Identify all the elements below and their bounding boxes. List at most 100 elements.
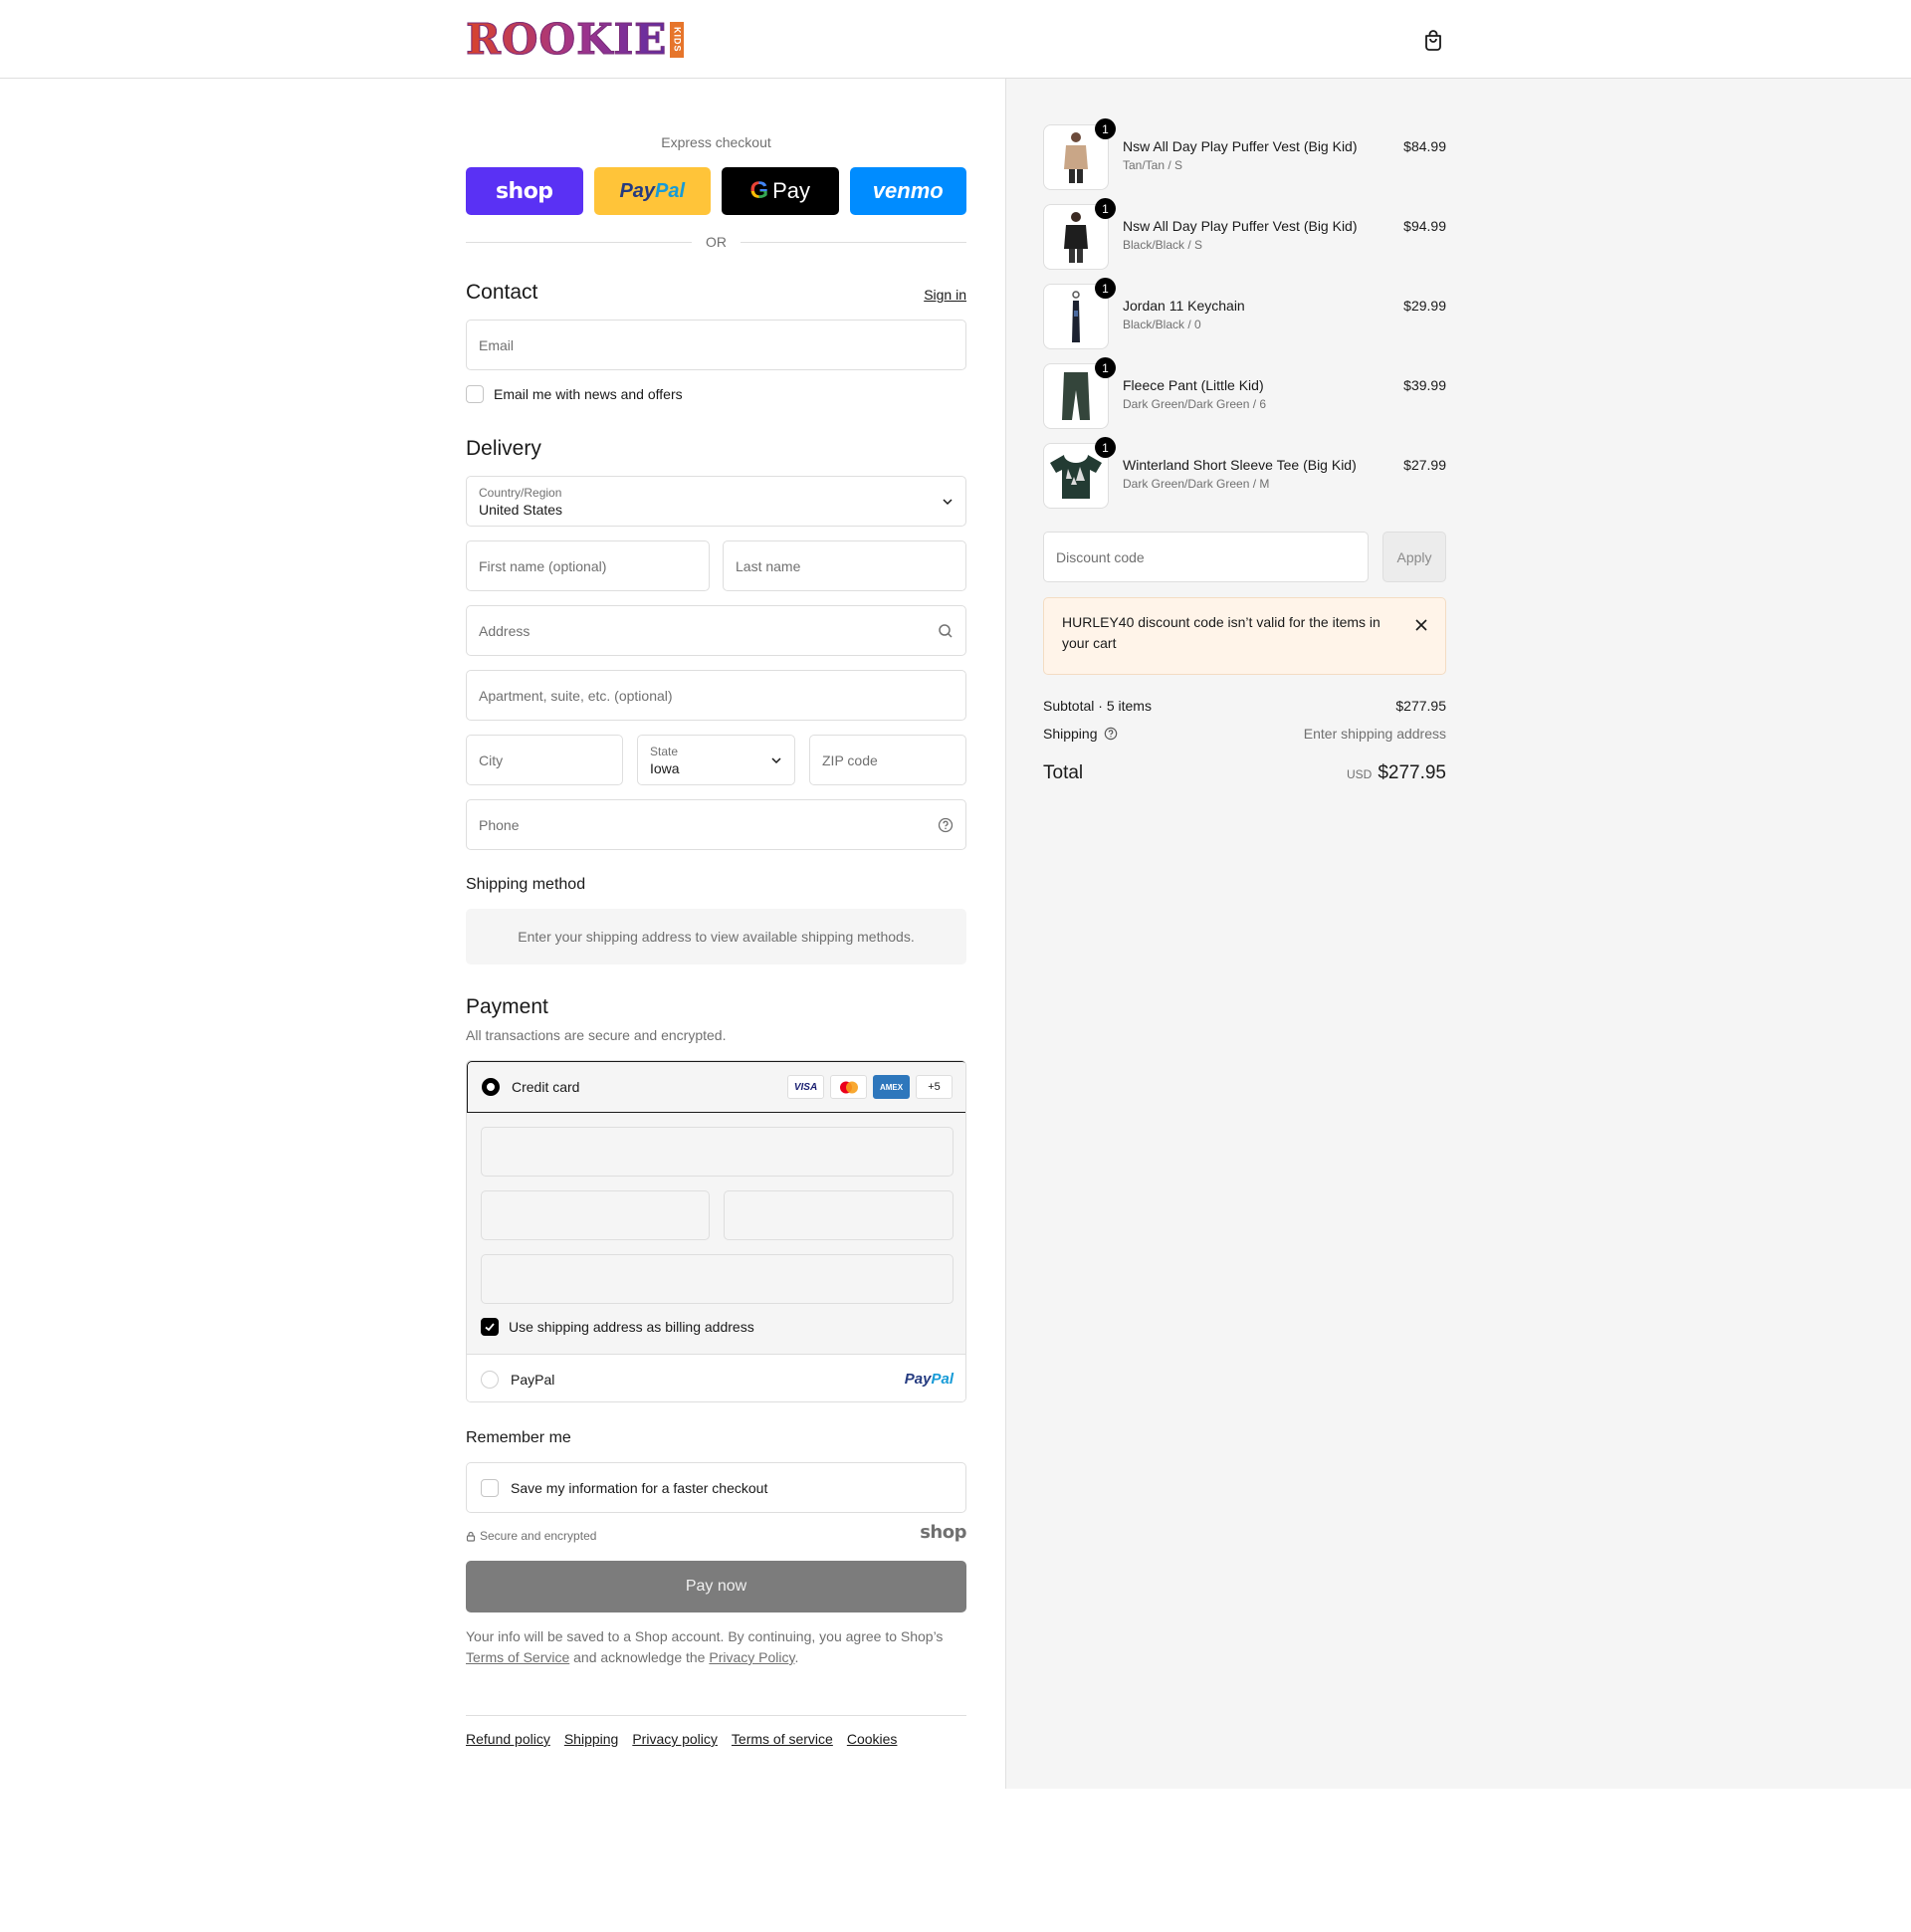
paypal-radio[interactable] [481,1370,499,1389]
quantity-badge: 1 [1095,118,1116,139]
pay-now-button[interactable]: Pay now [466,1561,966,1612]
close-icon[interactable] [1415,616,1427,637]
payment-heading: Payment [466,995,548,1018]
cookies-link[interactable]: Cookies [847,1731,898,1747]
logo-wordmark: ROOKIE [465,15,668,64]
zip-field[interactable]: ZIP code [809,735,966,785]
remember-me-heading: Remember me [466,1429,571,1446]
last-name-field[interactable]: Last name [723,540,966,591]
item-price: $27.99 [1403,457,1446,473]
apply-discount-button[interactable]: Apply [1382,532,1446,582]
google-pay-button[interactable]: G Pay [722,167,839,215]
chevron-down-icon [942,496,954,508]
quantity-badge: 1 [1095,198,1116,219]
google-pay-label: Pay [772,178,811,203]
visa-icon: VISA [787,1075,824,1099]
credit-card-label: Credit card [512,1079,580,1095]
first-name-field[interactable]: First name (optional) [466,540,710,591]
remember-label: Save my information for a faster checkou… [511,1479,768,1496]
help-icon[interactable] [938,817,954,833]
sign-in-link[interactable]: Sign in [924,287,966,303]
item-price: $84.99 [1403,138,1446,154]
more-cards-badge: +5 [916,1075,953,1099]
card-brands: VISA AMEX +5 [787,1075,953,1099]
discount-error-message: HURLEY40 discount code isn’t valid for t… [1062,614,1380,651]
shipping-policy-link[interactable]: Shipping [564,1731,619,1747]
shipping-row: Shipping Enter shipping address [1043,726,1446,742]
site-header: ROOKIE KIDS [0,0,1911,79]
refund-policy-link[interactable]: Refund policy [466,1731,550,1747]
credit-card-option[interactable]: Credit card VISA AMEX +5 [467,1061,965,1113]
terms-of-service-footer-link[interactable]: Terms of service [732,1731,833,1747]
total-row: Total USD $277.95 [1043,762,1446,784]
cart-item: 1 Winterland Short Sleeve Tee (Big Kid) … [1043,437,1446,509]
shop-consent-text: Your info will be saved to a Shop accoun… [466,1628,944,1665]
shipping-method-message: Enter your shipping address to view avai… [518,929,915,945]
item-name: Nsw All Day Play Puffer Vest (Big Kid) [1123,138,1358,154]
shop-pay-button[interactable]: shop [466,167,583,215]
news-checkbox[interactable] [466,385,484,403]
card-number-field[interactable] [481,1127,954,1177]
shipping-method-notice: Enter your shipping address to view avai… [466,909,966,965]
or-label: OR [706,234,727,250]
checkmark-icon [485,1323,495,1332]
last-name-placeholder: Last name [736,557,801,574]
privacy-policy-footer-link[interactable]: Privacy policy [632,1731,718,1747]
phone-field[interactable]: Phone [466,799,966,850]
cart-item: 1 Jordan 11 Keychain Black/Black / 0 $29… [1043,278,1446,349]
item-name: Winterland Short Sleeve Tee (Big Kid) [1123,457,1357,473]
store-logo[interactable]: ROOKIE KIDS [465,15,685,64]
quantity-badge: 1 [1095,437,1116,458]
card-expiry-field[interactable] [481,1190,710,1240]
card-cvv-field[interactable] [724,1190,954,1240]
terms-of-service-link[interactable]: Terms of Service [466,1649,569,1665]
cart-item: 1 Nsw All Day Play Puffer Vest (Big Kid)… [1043,198,1446,270]
remember-checkbox[interactable] [481,1478,499,1497]
item-variant: Tan/Tan / S [1123,158,1183,172]
help-icon[interactable] [1104,727,1118,741]
item-price: $29.99 [1403,298,1446,314]
first-name-placeholder: First name (optional) [479,557,607,574]
item-variant: Black/Black / S [1123,238,1203,252]
news-label: Email me with news and offers [494,386,683,402]
news-opt-in[interactable]: Email me with news and offers [466,385,683,403]
chevron-down-icon [770,754,782,766]
email-field[interactable]: Email [466,320,966,370]
discount-code-field[interactable]: Discount code [1043,532,1369,582]
cart-item: 1 Nsw All Day Play Puffer Vest (Big Kid)… [1043,118,1446,190]
express-checkout-title: Express checkout [661,134,771,150]
address-field[interactable]: Address [466,605,966,656]
shop-logo: shop [920,1522,966,1543]
privacy-policy-link[interactable]: Privacy Policy [709,1649,794,1665]
state-select[interactable]: State Iowa [637,735,795,785]
address-placeholder: Address [479,622,531,639]
total-label: Total [1043,762,1084,783]
venmo-button[interactable]: venmo [849,167,966,215]
contact-heading: Contact [466,281,538,304]
item-name: Fleece Pant (Little Kid) [1123,377,1264,393]
total-value: $277.95 [1378,762,1446,783]
credit-card-radio[interactable] [482,1078,500,1096]
remember-me-option[interactable]: Save my information for a faster checkou… [466,1462,966,1513]
item-price: $39.99 [1403,377,1446,393]
shopping-bag-icon [1425,30,1441,51]
paypal-option[interactable]: PayPal PayPal [467,1354,965,1401]
subtotal-row: Subtotal · 5 items $277.95 [1043,698,1446,714]
paypal-button[interactable]: Pay Pal [593,167,711,215]
item-variant: Dark Green/Dark Green / 6 [1123,397,1267,411]
item-price: $94.99 [1403,218,1446,234]
billing-checkbox[interactable] [481,1318,499,1336]
cart-button[interactable] [1419,26,1447,54]
billing-same-option[interactable]: Use shipping address as billing address [481,1318,754,1336]
card-name-field[interactable] [481,1254,954,1304]
apartment-field[interactable]: Apartment, suite, etc. (optional) [466,670,966,721]
item-variant: Black/Black / 0 [1123,318,1201,331]
or-divider: OR [466,233,966,251]
city-placeholder: City [479,751,504,768]
city-field[interactable]: City [466,735,623,785]
country-select[interactable]: Country/Region United States [466,476,966,527]
google-g-icon: G [749,177,769,204]
currency-code: USD [1346,767,1373,781]
phone-placeholder: Phone [479,816,520,833]
country-value: United States [479,501,563,518]
